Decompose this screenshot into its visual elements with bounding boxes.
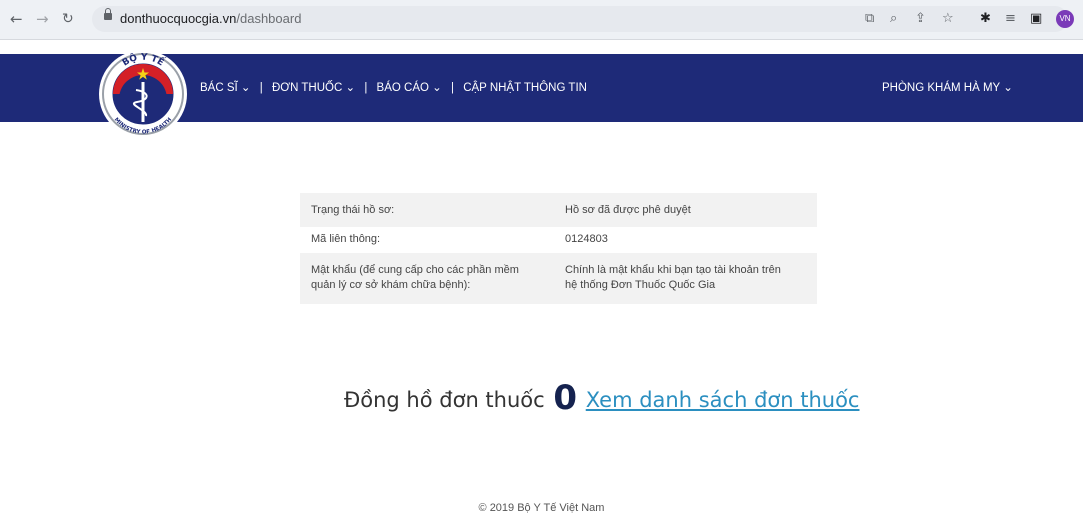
lock-icon [104,8,112,20]
menu-bao-cao[interactable]: BÁO CÁO ⌄ [377,80,442,94]
view-prescriptions-link[interactable]: Xem danh sách đơn thuốc [586,388,860,412]
main-menu: BÁC SĨ ⌄ | ĐƠN THUỐC ⌄ | BÁO CÁO ⌄ | CẬP… [200,80,587,94]
table-row: Trạng thái hồ sơ: Hồ sơ đã được phê duyệ… [300,193,817,227]
translate-icon[interactable]: ⧉ [865,12,874,26]
extensions-icon[interactable]: ✱ [980,12,991,26]
status-value: Hồ sơ đã được phê duyệt [565,204,691,216]
zoom-icon[interactable]: ⌕ [890,12,897,26]
status-label: Trạng thái hồ sơ: [311,204,395,216]
profile-info-table: Trạng thái hồ sơ: Hồ sơ đã được phê duyệ… [300,193,817,304]
menu-cap-nhat-thong-tin[interactable]: CẬP NHẬT THÔNG TIN [463,82,587,94]
forward-icon[interactable]: → [36,11,49,27]
counter-label: Đồng hồ đơn thuốc [344,388,545,412]
bookmark-star-icon[interactable]: ☆ [942,12,954,26]
table-row: Mật khẩu (để cung cấp cho các phần mềm qu… [300,253,817,304]
link-code-value: 0124803 [565,233,608,245]
menu-separator: | [364,82,368,94]
profile-avatar[interactable]: VN [1056,10,1074,28]
link-code-label: Mã liên thông: [311,233,381,245]
table-row: Mã liên thông: 0124803 [300,227,817,253]
reload-icon[interactable]: ↻ [62,11,74,27]
counter-value: 0 [553,378,578,418]
url-text[interactable]: donthuocquocgia.vn/dashboard [120,11,301,26]
menu-don-thuoc[interactable]: ĐƠN THUỐC ⌄ [272,80,355,94]
back-icon[interactable]: ← [10,11,23,27]
menu-separator: | [450,82,454,94]
menu-bac-si[interactable]: BÁC SĨ ⌄ [200,80,251,94]
password-label: Mật khẩu (để cung cấp cho các phần mềm qu… [311,264,519,291]
footer-copyright: © 2019 Bộ Y Tế Việt Nam [478,502,605,514]
browser-toolbar: ← → ↻ donthuocquocgia.vn/dashboard ⧉ ⌕ ⇪… [0,0,1083,40]
password-value: Chính là mật khẩu khi bạn tạo tài khoản … [565,264,781,291]
prescription-counter: Đồng hồ đơn thuốc 0 Xem danh sách đơn th… [344,378,859,418]
reading-list-icon[interactable]: ≡ [1005,12,1016,26]
menu-separator: | [259,82,263,94]
side-panel-icon[interactable]: ▣ [1030,12,1042,26]
ministry-of-health-logo[interactable]: BỘ Y TẾ MINISTRY OF HEALTH [96,44,190,144]
clinic-account-menu[interactable]: PHÒNG KHÁM HÀ MY ⌄ [882,80,1013,94]
share-icon[interactable]: ⇪ [915,12,926,26]
